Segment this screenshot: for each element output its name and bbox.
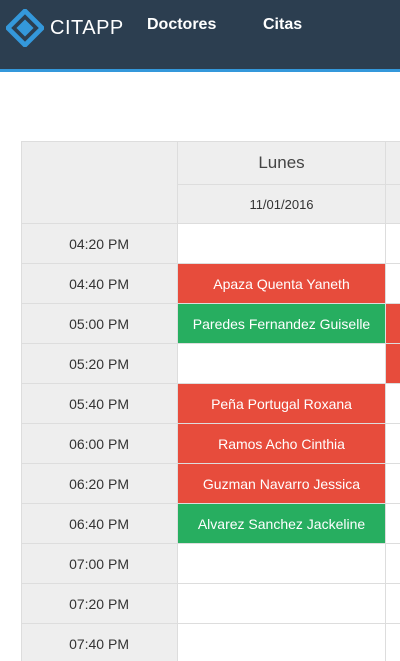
next-day-slot[interactable] xyxy=(386,224,400,264)
next-day-slot[interactable] xyxy=(386,504,400,544)
next-day-slot[interactable] xyxy=(386,304,400,344)
day-header: Lunes xyxy=(178,142,386,185)
slot-body: 04:20 PM04:40 PMApaza Quenta Yaneth05:00… xyxy=(22,224,400,661)
next-day-slot[interactable] xyxy=(386,584,400,624)
schedule-row: 05:40 PMPeña Portugal Roxana xyxy=(22,384,400,424)
next-day-header xyxy=(386,142,400,185)
empty-slot[interactable] xyxy=(178,624,386,661)
time-label: 05:00 PM xyxy=(22,304,178,344)
next-day-slot[interactable] xyxy=(386,624,400,661)
appointment-slot[interactable]: Guzman Navarro Jessica xyxy=(178,464,386,504)
empty-slot[interactable] xyxy=(178,344,386,384)
next-day-slot[interactable] xyxy=(386,344,400,384)
logo-icon xyxy=(6,9,44,47)
schedule-row: 05:20 PM xyxy=(22,344,400,384)
empty-slot[interactable] xyxy=(178,224,386,264)
navbar: CITAPP Doctores Citas xyxy=(0,0,400,72)
next-day-slot[interactable] xyxy=(386,544,400,584)
appointment-slot[interactable]: Apaza Quenta Yaneth xyxy=(178,264,386,304)
appointment-slot[interactable]: Ramos Acho Cinthia xyxy=(178,424,386,464)
schedule-row: 06:40 PMAlvarez Sanchez Jackeline xyxy=(22,504,400,544)
nav-doctores-link[interactable]: Doctores xyxy=(147,16,216,34)
appointment-slot[interactable]: Paredes Fernandez Guiselle xyxy=(178,304,386,344)
empty-slot[interactable] xyxy=(178,544,386,584)
schedule-row: 07:00 PM xyxy=(22,544,400,584)
schedule-row: 04:20 PM xyxy=(22,224,400,264)
empty-slot[interactable] xyxy=(178,584,386,624)
appointment-slot[interactable]: Alvarez Sanchez Jackeline xyxy=(178,504,386,544)
schedule-grid: Lunes 11/01/2016 04:20 PM04:40 PMApaza Q… xyxy=(21,141,400,661)
time-label: 07:20 PM xyxy=(22,584,178,624)
brand-link[interactable]: CITAPP xyxy=(6,8,124,48)
appointment-slot[interactable]: Peña Portugal Roxana xyxy=(178,384,386,424)
time-label: 05:20 PM xyxy=(22,344,178,384)
time-label: 04:20 PM xyxy=(22,224,178,264)
schedule-row: 05:00 PMParedes Fernandez Guiselle xyxy=(22,304,400,344)
next-day-slot[interactable] xyxy=(386,384,400,424)
time-label: 05:40 PM xyxy=(22,384,178,424)
time-label: 06:20 PM xyxy=(22,464,178,504)
next-day-slot[interactable] xyxy=(386,264,400,304)
next-date-header xyxy=(386,185,400,224)
time-label: 06:00 PM xyxy=(22,424,178,464)
schedule-row: 04:40 PMApaza Quenta Yaneth xyxy=(22,264,400,304)
time-label: 06:40 PM xyxy=(22,504,178,544)
schedule-row: 06:00 PMRamos Acho Cinthia xyxy=(22,424,400,464)
time-label: 04:40 PM xyxy=(22,264,178,304)
brand-title: CITAPP xyxy=(50,17,124,40)
time-label: 07:40 PM xyxy=(22,624,178,661)
next-day-slot[interactable] xyxy=(386,424,400,464)
next-day-slot[interactable] xyxy=(386,464,400,504)
nav-citas-link[interactable]: Citas xyxy=(263,16,302,34)
schedule-table: Lunes 11/01/2016 04:20 PM04:40 PMApaza Q… xyxy=(21,141,400,661)
corner-cell xyxy=(22,142,178,224)
schedule-row: 06:20 PMGuzman Navarro Jessica xyxy=(22,464,400,504)
schedule-row: 07:20 PM xyxy=(22,584,400,624)
time-label: 07:00 PM xyxy=(22,544,178,584)
schedule-row: 07:40 PM xyxy=(22,624,400,661)
date-header: 11/01/2016 xyxy=(178,185,386,224)
day-header-row: Lunes xyxy=(22,142,400,185)
